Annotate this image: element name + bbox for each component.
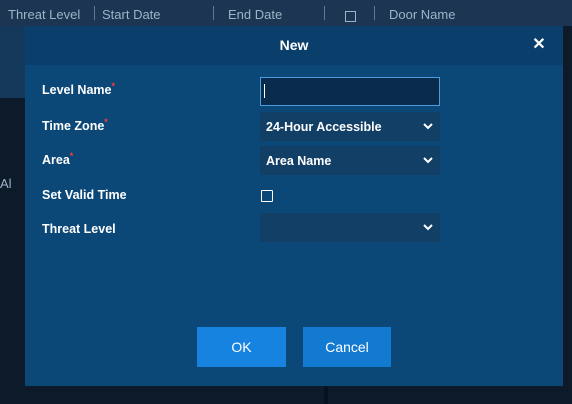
threat-level-select[interactable] <box>260 213 440 242</box>
ok-button[interactable]: OK <box>197 327 286 367</box>
background-left-text: Al <box>0 176 12 191</box>
time-zone-select[interactable]: 24-Hour Accessible <box>260 112 440 141</box>
time-zone-label: Time Zone* <box>42 117 108 133</box>
new-threat-level-dialog: New ✕ Level Name* Time Zone* 24-Hour Acc… <box>25 26 563 386</box>
background-right-panel <box>563 26 572 404</box>
dialog-header: New ✕ <box>25 26 563 65</box>
column-divider <box>324 6 325 20</box>
background-left-highlight <box>0 26 25 98</box>
dialog-title: New <box>279 37 309 53</box>
column-end-date: End Date <box>228 7 283 22</box>
set-valid-time-checkbox[interactable] <box>261 190 273 202</box>
column-threat-level: Threat Level <box>8 7 81 22</box>
cancel-button[interactable]: Cancel <box>303 327 391 367</box>
chevron-down-icon <box>423 123 433 130</box>
background-bottom-divider <box>324 386 328 404</box>
column-divider <box>94 6 95 20</box>
background-table-header: Threat Level Start Date End Date Door Na… <box>0 0 572 26</box>
required-mark: * <box>69 151 74 161</box>
set-valid-time-label: Set Valid Time <box>42 188 127 202</box>
background-bottom-bar <box>0 386 572 404</box>
threat-level-label: Threat Level <box>42 222 116 236</box>
time-zone-selected: 24-Hour Accessible <box>266 120 382 134</box>
close-button[interactable]: ✕ <box>529 35 549 55</box>
required-mark: * <box>111 81 115 91</box>
select-all-checkbox[interactable] <box>345 11 356 22</box>
level-name-field <box>260 77 440 106</box>
level-name-input[interactable] <box>260 77 440 106</box>
required-mark: * <box>104 117 108 127</box>
time-zone-label-text: Time Zone <box>42 119 105 133</box>
area-label: Area* <box>42 151 74 167</box>
area-selected: Area Name <box>266 154 332 168</box>
close-icon: ✕ <box>532 36 546 53</box>
text-cursor <box>264 84 265 98</box>
level-name-label-text: Level Name <box>42 83 112 97</box>
column-divider <box>374 6 375 20</box>
chevron-down-icon <box>423 224 433 231</box>
column-start-date: Start Date <box>102 7 161 22</box>
column-door-name: Door Name <box>389 7 456 22</box>
column-divider <box>213 6 214 20</box>
area-label-text: Area <box>42 153 70 167</box>
chevron-down-icon <box>423 157 433 164</box>
level-name-label: Level Name* <box>42 81 115 97</box>
area-select[interactable]: Area Name <box>260 146 440 175</box>
